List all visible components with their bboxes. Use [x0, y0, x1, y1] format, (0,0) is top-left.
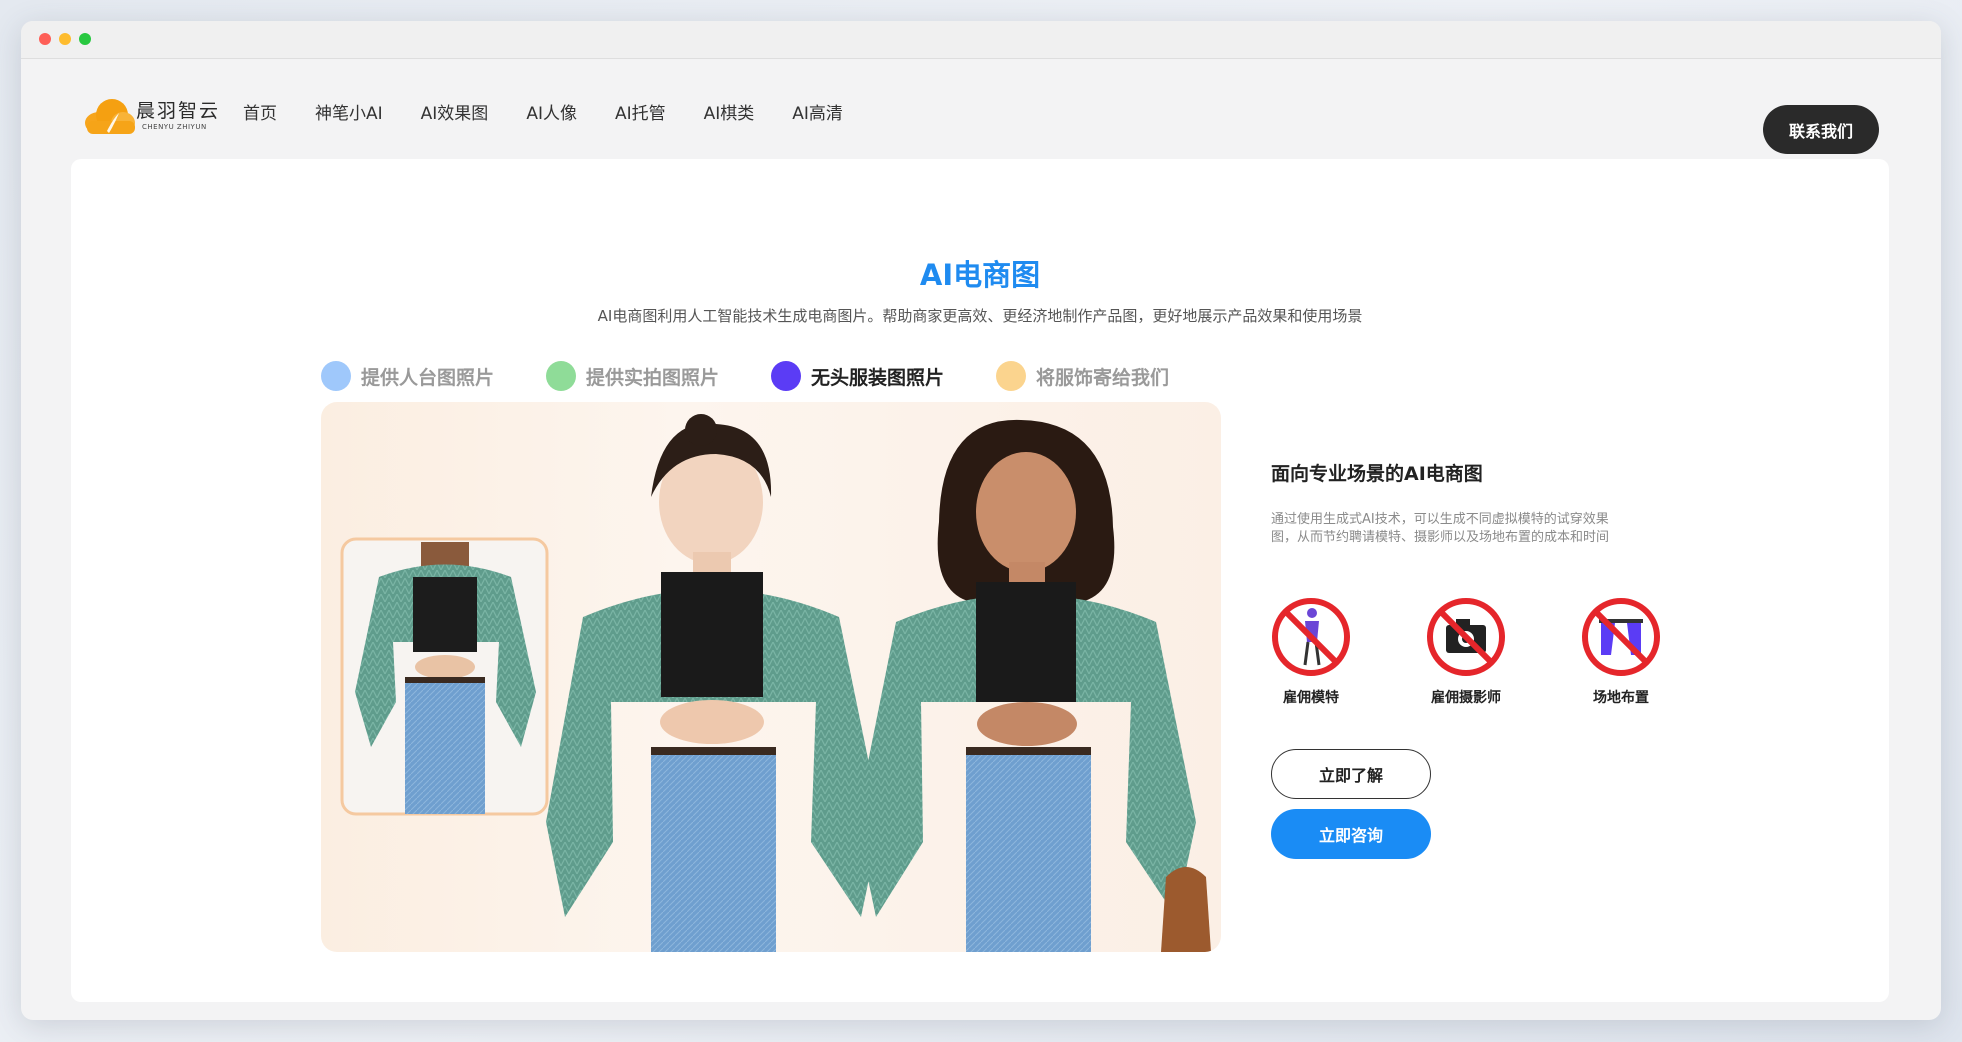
fashion-models-illustration	[340, 414, 1211, 952]
feature-label: 场地布置	[1593, 690, 1649, 706]
showcase-image	[321, 402, 1221, 952]
tab-label: 提供实拍图照片	[586, 366, 720, 389]
cost-saving-features: 雇佣模特 雇佣摄影师 场地布置	[1271, 597, 1736, 707]
no-venue-icon	[1582, 598, 1660, 676]
model-one-figure	[546, 414, 881, 952]
feature-label: 雇佣摄影师	[1431, 690, 1501, 706]
learn-more-button[interactable]: 立即了解	[1271, 749, 1431, 799]
tab-label: 将服饰寄给我们	[1036, 366, 1170, 389]
tab-label: 无头服装图照片	[811, 366, 945, 389]
no-camera-icon	[1427, 598, 1505, 676]
tab-dot-icon	[321, 361, 351, 391]
tab-headless-garment-photo[interactable]: 无头服装图照片	[771, 361, 944, 391]
side-title: 面向专业场景的AI电商图	[1271, 463, 1483, 485]
feature-no-model: 雇佣模特	[1271, 597, 1426, 707]
no-model-icon	[1272, 598, 1350, 676]
nav-item-shenbi-ai[interactable]: 神笔小AI	[315, 99, 383, 124]
tab-dot-icon	[546, 361, 577, 391]
close-window-button[interactable]	[39, 33, 51, 45]
side-description: 通过使用生成式AI技术，可以生成不同虚拟模特的试穿效果图，从而节约聘请模特、摄影…	[1271, 512, 1610, 545]
page-title: AI电商图	[919, 258, 1041, 292]
nav-item-ai-render[interactable]: AI效果图	[421, 99, 489, 124]
window-titlebar	[21, 21, 1941, 59]
consult-now-button[interactable]: 立即咨询	[1271, 809, 1431, 859]
maximize-window-button[interactable]	[79, 33, 91, 45]
main-content-card: AI电商图 AI电商图利用人工智能技术生成电商图片。帮助商家更高效、更经济地制作…	[71, 159, 1889, 1002]
headless-garment-thumbnail	[340, 537, 549, 816]
main-nav: 首页 神笔小AI AI效果图 AI人像 AI托管 AI棋类 AI高清	[243, 99, 881, 124]
contact-us-button[interactable]: 联系我们	[1763, 105, 1879, 154]
nav-item-home[interactable]: 首页	[243, 99, 277, 124]
feature-no-photographer: 雇佣摄影师	[1426, 597, 1581, 707]
tab-label: 提供人台图照片	[361, 366, 495, 389]
logo-text: 晨羽智云	[136, 100, 221, 122]
tab-ship-garment[interactable]: 将服饰寄给我们	[996, 361, 1169, 391]
site-header: 晨羽智云 CHENYU ZHIYUN 首页 神笔小AI AI效果图 AI人像 A…	[21, 59, 1941, 159]
minimize-window-button[interactable]	[59, 33, 71, 45]
nav-item-ai-hd[interactable]: AI高清	[792, 99, 843, 124]
page-description: AI电商图利用人工智能技术生成电商图片。帮助商家更高效、更经济地制作产品图，更好…	[597, 307, 1363, 325]
source-type-tabs: 提供人台图照片 提供实拍图照片 无头服装图照片 将服饰寄给我们	[321, 361, 1221, 391]
tab-dot-icon	[771, 361, 802, 391]
nav-item-ai-chess[interactable]: AI棋类	[704, 99, 755, 124]
tab-real-shot-photo[interactable]: 提供实拍图照片	[546, 361, 719, 391]
tab-mannequin-photo[interactable]: 提供人台图照片	[321, 361, 494, 391]
browser-window: 晨羽智云 CHENYU ZHIYUN 首页 神笔小AI AI效果图 AI人像 A…	[21, 21, 1941, 1020]
nav-item-ai-hosting[interactable]: AI托管	[615, 99, 666, 124]
tab-dot-icon	[996, 361, 1027, 391]
feature-label: 雇佣模特	[1283, 690, 1339, 706]
nav-item-ai-portrait[interactable]: AI人像	[526, 99, 577, 124]
model-two-figure	[856, 419, 1211, 952]
logo-subtext: CHENYU ZHIYUN	[142, 123, 207, 131]
feature-no-venue: 场地布置	[1581, 597, 1736, 707]
cloud-logo-icon[interactable]	[79, 89, 139, 139]
